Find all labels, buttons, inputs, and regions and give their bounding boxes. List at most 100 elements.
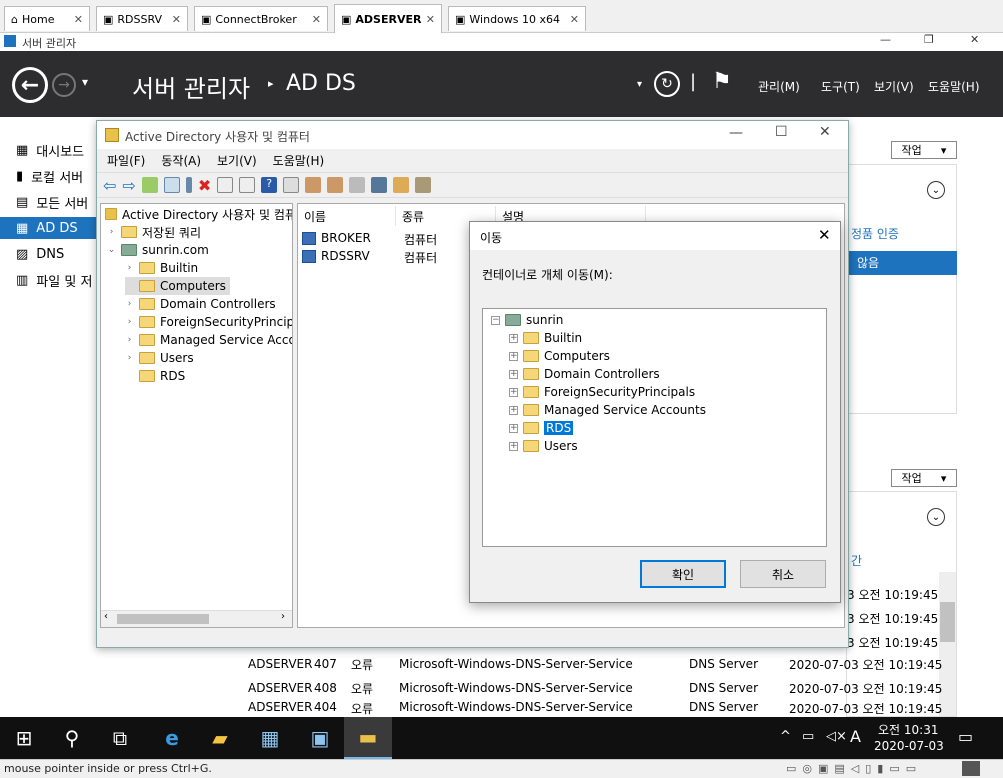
breadcrumb-root[interactable]: 서버 관리자: [132, 69, 250, 104]
clock-date[interactable]: 2020-07-03: [874, 739, 944, 753]
history-dropdown-icon[interactable]: ▾: [82, 75, 88, 89]
activation-column-header[interactable]: 정품 인증: [851, 225, 899, 242]
tree-item-saved-queries[interactable]: › 저장된 쿼리: [107, 223, 201, 241]
expand-icon[interactable]: +: [509, 387, 518, 397]
expand-icon[interactable]: +: [509, 423, 518, 433]
new-user-icon[interactable]: [305, 177, 322, 193]
collapse-icon[interactable]: ⌄: [927, 508, 945, 526]
tree-item-computers[interactable]: Computers: [125, 277, 230, 295]
nav-item-local-server[interactable]: ▮ 로컬 서버: [16, 165, 83, 187]
tree-item-domain-controllers[interactable]: › Domain Controllers: [125, 295, 276, 313]
close-icon[interactable]: ✕: [970, 33, 979, 46]
volume-icon[interactable]: ◁×: [826, 729, 847, 744]
console-taskbar-icon[interactable]: ▣: [296, 717, 344, 759]
tree-item-managed-service-accounts[interactable]: + Managed Service Accounts: [509, 401, 706, 419]
scroll-right-icon[interactable]: ›: [281, 611, 285, 622]
menu-tools[interactable]: 도구(T): [821, 78, 860, 95]
notification-flag-icon[interactable]: ⚑: [712, 69, 732, 94]
expand-icon[interactable]: +: [509, 441, 518, 451]
nav-item-file-storage[interactable]: ▥ 파일 및 저: [16, 269, 92, 291]
menu-view[interactable]: 보기(V): [217, 152, 257, 169]
list-item[interactable]: RDSSRV: [302, 247, 370, 265]
close-icon[interactable]: ✕: [570, 13, 579, 26]
tree-item-foreign-security-principals[interactable]: + ForeignSecurityPrincipals: [509, 383, 695, 401]
tree-item-sunrin[interactable]: − sunrin: [491, 311, 563, 329]
help-icon[interactable]: ?: [261, 177, 278, 193]
expand-icon[interactable]: +: [509, 333, 518, 343]
menu-view[interactable]: 보기(V): [874, 78, 914, 95]
filter-icon[interactable]: [371, 177, 388, 193]
cancel-button[interactable]: 취소: [740, 560, 826, 588]
container-tree[interactable]: − sunrin + Builtin + Computers + Domain Cont…: [482, 308, 827, 547]
search-icon[interactable]: ⚲: [48, 717, 96, 759]
new-ou-icon[interactable]: [349, 177, 366, 193]
delete-icon[interactable]: ✖: [198, 176, 211, 195]
expand-icon[interactable]: +: [509, 369, 518, 379]
maximize-icon[interactable]: ☐: [775, 124, 788, 140]
expand-icon[interactable]: ›: [107, 227, 116, 237]
menu-help[interactable]: 도움말(H): [273, 152, 325, 169]
device-status-icons[interactable]: ▭◎▣▤◁▯▮▭▭: [786, 760, 922, 778]
new-group-icon[interactable]: [327, 177, 344, 193]
tree-item-foreign-security-principals[interactable]: ›ForeignSecurityPrincipals: [125, 313, 292, 331]
clock-time[interactable]: 오전 10:31: [878, 721, 938, 738]
tree-root[interactable]: Active Directory 사용자 및 컴퓨: [105, 205, 292, 223]
back-icon[interactable]: ⇦: [103, 176, 116, 195]
notification-center-icon[interactable]: ▭: [958, 727, 973, 746]
task-view-icon[interactable]: ⧉: [96, 717, 144, 759]
aduc-taskbar-icon[interactable]: ▬: [344, 717, 392, 759]
expand-icon[interactable]: +: [509, 405, 518, 415]
vm-tab-home[interactable]: ⌂ Home ✕: [4, 6, 90, 31]
time-column-header[interactable]: 간: [851, 552, 862, 569]
selected-server-row[interactable]: 않음: [847, 251, 957, 275]
forward-icon[interactable]: →: [52, 73, 76, 97]
add-to-group-icon[interactable]: [415, 177, 432, 193]
refresh-icon[interactable]: ↻: [654, 71, 680, 97]
expand-icon[interactable]: ›: [125, 299, 134, 309]
file-explorer-icon[interactable]: ▰: [196, 717, 244, 759]
expand-icon[interactable]: ›: [125, 317, 134, 327]
table-row[interactable]: ADSERVER 404 오류 Microsoft-Windows-DNS-Serve…: [248, 700, 948, 717]
menu-action[interactable]: 동작(A): [161, 152, 201, 169]
collapse-icon[interactable]: ⌄: [107, 245, 116, 255]
collapse-icon[interactable]: ⌄: [927, 181, 945, 199]
column-header-name[interactable]: 이름: [298, 206, 396, 226]
nav-item-all-servers[interactable]: ▤ 모든 서버: [16, 191, 88, 213]
console-icon[interactable]: [283, 177, 300, 193]
tree-item-rds[interactable]: + RDS: [509, 419, 574, 437]
minimize-icon[interactable]: —: [880, 33, 891, 46]
close-icon[interactable]: ✕: [819, 124, 831, 140]
back-icon[interactable]: ←: [12, 67, 48, 103]
expand-icon[interactable]: ›: [125, 353, 134, 363]
close-icon[interactable]: ✕: [426, 13, 435, 26]
up-folder-icon[interactable]: [141, 177, 158, 193]
tree-item-managed-service-accounts[interactable]: › Managed Service Accou: [125, 331, 292, 349]
horizontal-scrollbar[interactable]: ‹ ›: [101, 610, 292, 627]
table-row[interactable]: ADSERVER 408 오류 Microsoft-Windows-DNS-Serve…: [248, 676, 948, 700]
expand-icon[interactable]: ›: [125, 335, 134, 345]
vm-tab-windows10[interactable]: ▣ Windows 10 x64 ✕: [448, 6, 586, 31]
properties-icon[interactable]: [217, 177, 234, 193]
export-icon[interactable]: [239, 177, 256, 193]
vm-tab-adserver[interactable]: ▣ ADSERVER ✕: [334, 4, 442, 33]
tree-item-computers[interactable]: + Computers: [509, 347, 610, 365]
ime-indicator[interactable]: A: [850, 727, 861, 746]
tree-item-users[interactable]: + Users: [509, 437, 578, 455]
tree-item-users[interactable]: › Users: [125, 349, 194, 367]
expand-icon[interactable]: +: [509, 351, 518, 361]
tree-item-builtin[interactable]: + Builtin: [509, 329, 582, 347]
close-icon[interactable]: ✕: [818, 226, 831, 244]
tree-item-domain-controllers[interactable]: + Domain Controllers: [509, 365, 660, 383]
list-item[interactable]: BROKER: [302, 229, 371, 247]
show-tree-icon[interactable]: [163, 177, 180, 193]
dropdown-icon[interactable]: ▾: [637, 79, 642, 90]
tree-item-rds[interactable]: RDS: [125, 367, 185, 385]
internet-explorer-icon[interactable]: e: [148, 717, 196, 759]
vm-tab-rdssrv[interactable]: ▣ RDSSRV ✕: [96, 6, 188, 31]
menu-file[interactable]: 파일(F): [107, 152, 145, 169]
tasks-button-top[interactable]: 작업 ▾: [891, 141, 957, 159]
vm-tab-connectbroker[interactable]: ▣ ConnectBroker ✕: [194, 6, 328, 31]
chevron-up-icon[interactable]: ^: [780, 729, 791, 744]
close-icon[interactable]: ✕: [172, 13, 181, 26]
tasks-button-events[interactable]: 작업 ▾: [891, 469, 957, 487]
